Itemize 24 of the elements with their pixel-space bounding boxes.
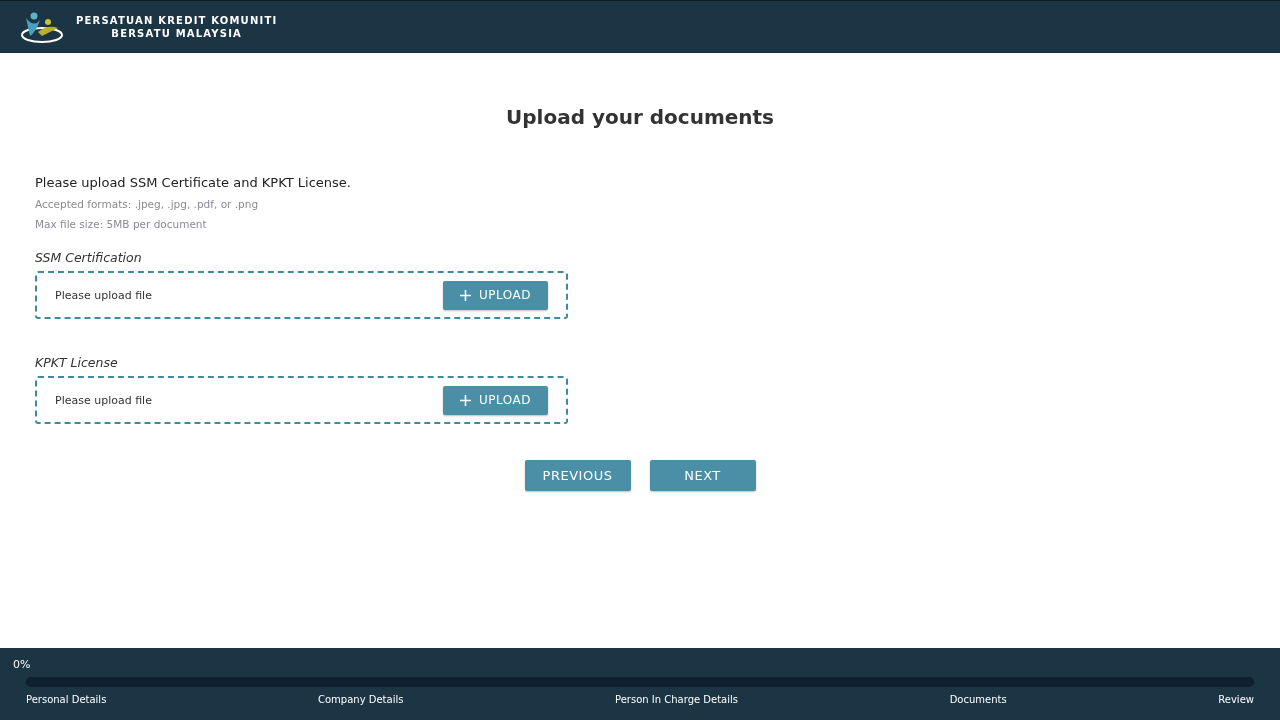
logo-icon: [20, 10, 64, 44]
progress-step: Personal Details: [26, 694, 107, 705]
upload-status: Please upload file: [55, 288, 152, 302]
organization-name: PERSATUAN KREDIT KOMUNITI BERSATU MALAYSIA: [76, 14, 278, 40]
upload-button[interactable]: UPLOAD: [443, 385, 548, 415]
plus-icon: [460, 289, 471, 301]
progress-step: Documents: [949, 694, 1007, 705]
progress-step: Company Details: [318, 694, 404, 705]
next-button[interactable]: NEXT: [649, 460, 756, 491]
upload-button[interactable]: UPLOAD: [443, 280, 548, 310]
progress-step: Person In Charge Details: [615, 694, 738, 705]
progress-step: Review: [1218, 694, 1254, 705]
upload-label: KPKT License: [35, 355, 119, 370]
instruction-text: Please upload SSM Certificate and KPKT License.: [35, 175, 352, 190]
upload-status: Please upload file: [55, 393, 152, 407]
upload-dropzone[interactable]: Please upload file UPLOAD: [35, 376, 568, 424]
previous-button[interactable]: PREVIOUS: [524, 460, 631, 491]
plus-icon: [460, 394, 471, 406]
page-title: Upload your documents: [505, 105, 775, 129]
size-hint: Max file size: 5MB per document: [35, 218, 208, 230]
progress-percent: 0%: [13, 658, 31, 671]
upload-label: SSM Certification: [35, 250, 143, 265]
upload-dropzone[interactable]: Please upload file UPLOAD: [35, 271, 568, 319]
formats-hint: Accepted formats: .jpeg, .jpg, .pdf, or .png: [35, 198, 260, 210]
